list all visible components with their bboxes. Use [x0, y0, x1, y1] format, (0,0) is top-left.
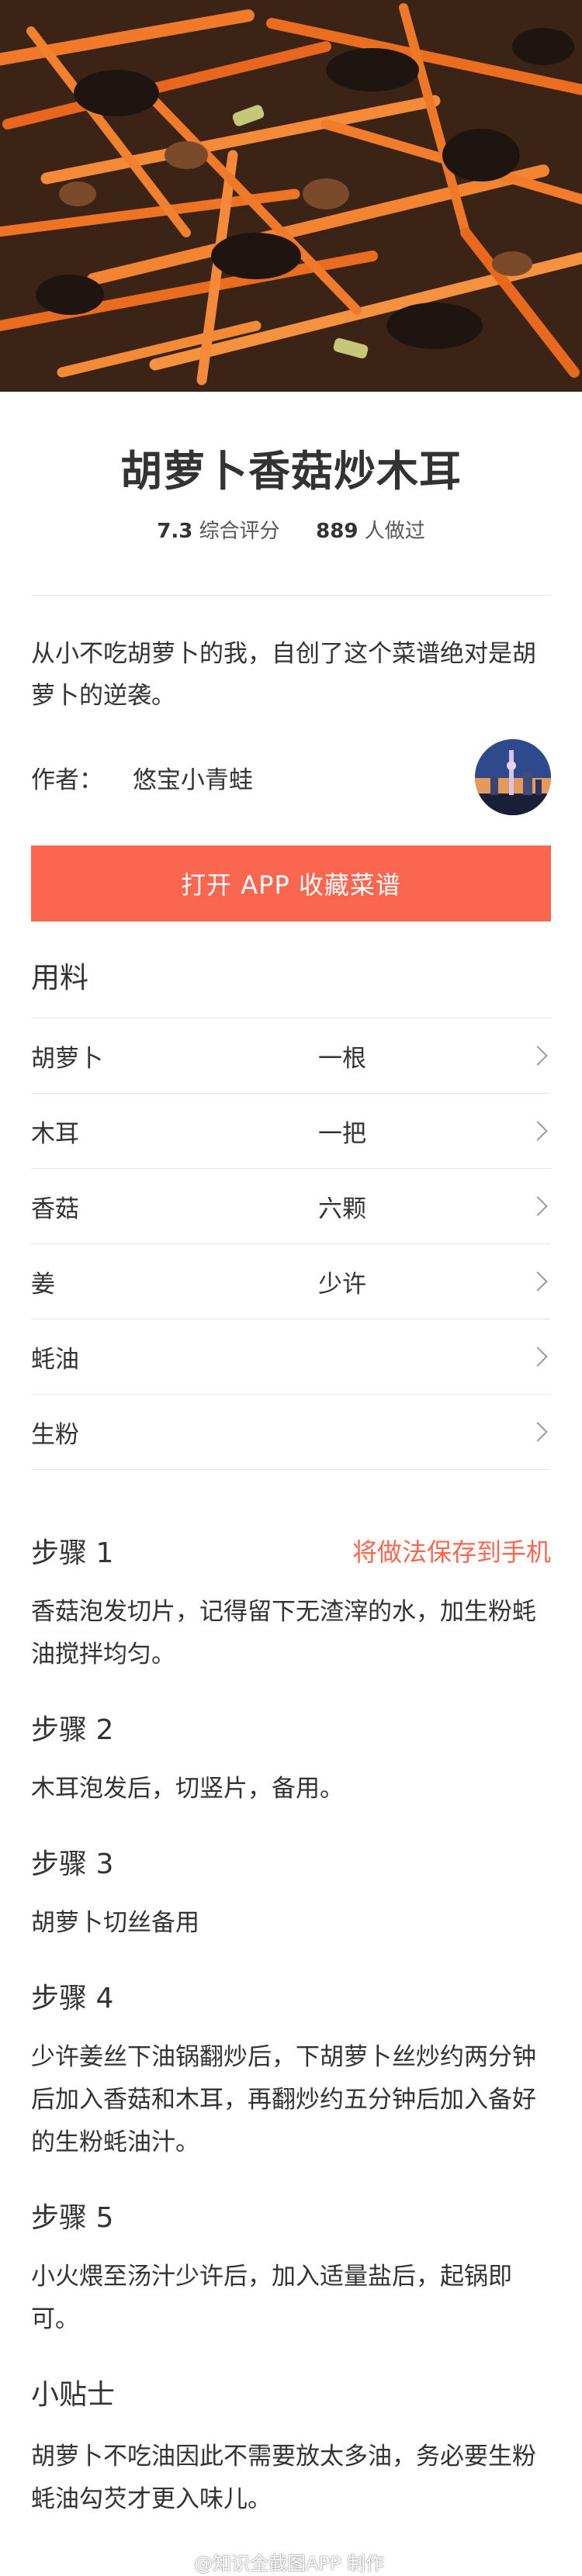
step-text: 少许姜丝下油锅翻炒后，下胡萝卜丝炒约两分钟后加入香菇和木耳，再翻炒约五分钟后加入…: [31, 2043, 536, 2156]
step-text: 小火煨至汤汁少许后，加入适量盐后，起锅即可。: [31, 2263, 512, 2333]
made-count: 889: [316, 520, 359, 543]
step-text: 木耳泡发后，切竖片，备用。: [31, 1775, 344, 1803]
tips-text: 胡萝卜不吃油因此不需要放太多油，务必要生粉蚝油勾芡才更入味儿。: [31, 2443, 536, 2513]
steps-section: 步骤 1 将做法保存到手机 香菇泡发切片，记得留下无渣滓的水，加生粉蚝油搅拌均匀…: [31, 1530, 551, 2521]
ingredient-row[interactable]: 胡萝卜 一根: [31, 1018, 551, 1094]
ingredient-quantity: 一根: [318, 1044, 366, 1073]
step-title: 步骤 5: [31, 2202, 114, 2234]
step-header: 步骤 5: [31, 2195, 551, 2235]
ingredient-name: 蚝油: [31, 1345, 79, 1374]
ingredients-list: 胡萝卜 一根 木耳 一把 香菇 六颗 姜 少许 蚝油 生粉: [31, 1018, 551, 1470]
made-label: 人做过: [364, 520, 425, 543]
recipe-title: 胡萝卜香菇炒木耳: [120, 447, 462, 496]
author-info: 作者： 悠宝小青蛙: [31, 760, 253, 795]
rating-value: 7.3: [157, 520, 193, 543]
step-header: 步骤 2: [31, 1707, 551, 1748]
chevron-right-icon: [528, 1046, 548, 1066]
recipe-hero-image: [0, 0, 582, 392]
step-title: 步骤 1: [31, 1537, 114, 1569]
ingredient-name: 木耳: [31, 1119, 79, 1148]
tips-title-text: 小贴士: [31, 2379, 116, 2411]
tips-title: 小贴士: [31, 2372, 551, 2412]
author-avatar[interactable]: [475, 739, 551, 815]
ingredient-name: 香菇: [31, 1195, 79, 1223]
open-app-button[interactable]: 打开 APP 收藏菜谱: [31, 845, 551, 921]
save-to-phone-link[interactable]: 将做法保存到手机: [352, 1533, 551, 1568]
step-header: 步骤 3: [31, 1841, 551, 1882]
ingredient-row[interactable]: 生粉: [31, 1395, 551, 1470]
watermark: @知识全截图APP 制作: [194, 2553, 384, 2574]
step-text: 香菇泡发切片，记得留下无渣滓的水，加生粉蚝油搅拌均匀。: [31, 1598, 536, 1668]
rating-label: 综合评分: [199, 520, 280, 543]
ingredient-name: 胡萝卜: [31, 1044, 103, 1073]
city-skyline-icon: [475, 739, 551, 815]
food-photo: [0, 0, 582, 392]
chevron-right-icon: [528, 1121, 548, 1141]
chevron-right-icon: [528, 1196, 548, 1216]
step-header: 步骤 4: [31, 1976, 551, 2016]
author-label: 作者：: [31, 766, 103, 794]
step-text: 胡萝卜切丝备用: [31, 1909, 199, 1937]
step-title: 步骤 2: [31, 1714, 114, 1746]
chevron-right-icon: [528, 1422, 548, 1442]
recipe-stats: 7.3 综合评分 889 人做过: [0, 515, 582, 544]
ingredient-row[interactable]: 香菇 六颗: [31, 1169, 551, 1244]
ingredient-name: 生粉: [31, 1420, 79, 1449]
ingredient-row[interactable]: 姜 少许: [31, 1244, 551, 1319]
chevron-right-icon: [528, 1347, 548, 1367]
ingredient-quantity: 一把: [318, 1119, 366, 1148]
ingredients-title: 用料: [31, 961, 88, 994]
ingredient-quantity: 少许: [318, 1270, 366, 1298]
chevron-right-icon: [528, 1271, 548, 1291]
step-title: 步骤 3: [31, 1848, 114, 1880]
ingredient-name: 姜: [31, 1270, 55, 1298]
recipe-description: 从小不吃胡萝卜的我，自创了这个菜谱绝对是胡萝卜的逆袭。: [31, 640, 536, 710]
author-row[interactable]: 作者： 悠宝小青蛙: [31, 738, 551, 816]
author-name[interactable]: 悠宝小青蛙: [133, 766, 253, 794]
step-header: 步骤 1 将做法保存到手机: [31, 1530, 551, 1571]
ingredient-quantity: 六颗: [318, 1195, 366, 1223]
step-title: 步骤 4: [31, 1983, 114, 2014]
ingredient-row[interactable]: 木耳 一把: [31, 1094, 551, 1169]
ingredient-row[interactable]: 蚝油: [31, 1319, 551, 1395]
